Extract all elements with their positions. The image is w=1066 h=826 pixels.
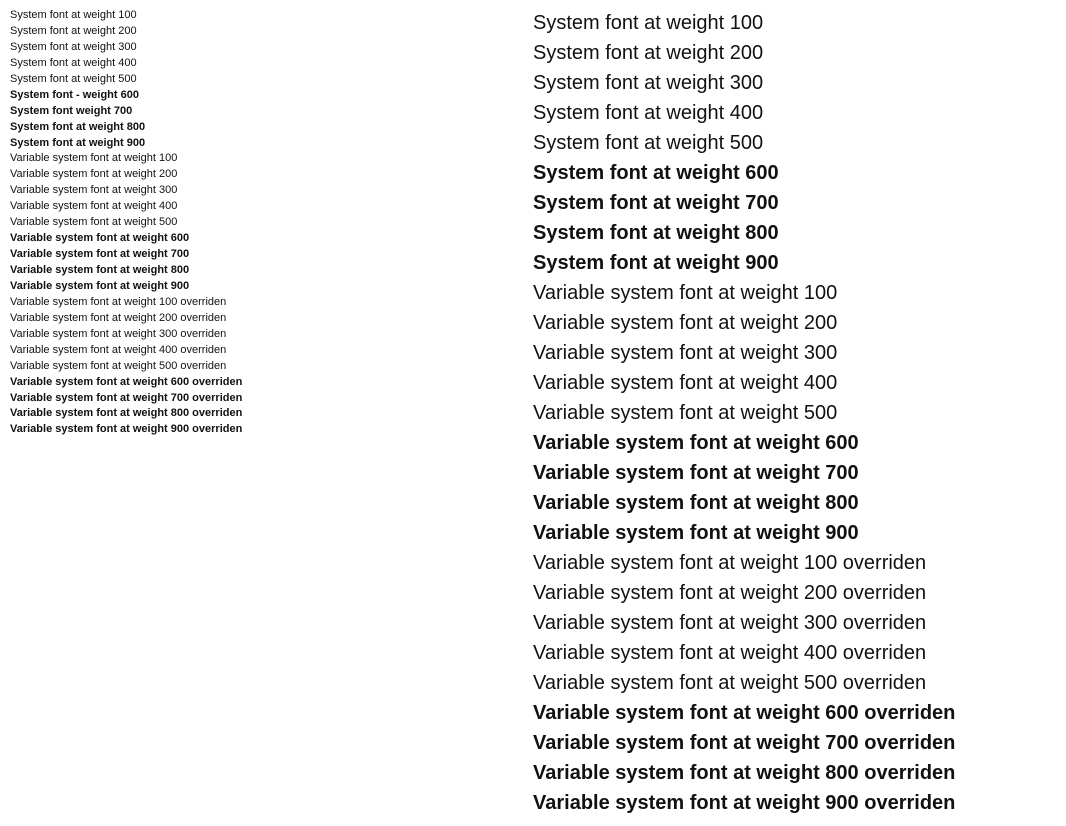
- system-font-sample: System font at weight 200: [10, 24, 513, 40]
- variable-overriden-font-sample: Variable system font at weight 900 overr…: [10, 422, 513, 438]
- variable-overriden-font-sample-large: Variable system font at weight 900 overr…: [533, 788, 1036, 818]
- system-font-sample-large: System font at weight 900: [533, 248, 1036, 278]
- variable-overriden-font-sample: Variable system font at weight 100 overr…: [10, 295, 513, 311]
- variable-overriden-font-sample: Variable system font at weight 600 overr…: [10, 375, 513, 391]
- variable-font-sample: Variable system font at weight 800: [10, 263, 513, 279]
- variable-font-sample: Variable system font at weight 500: [10, 215, 513, 231]
- system-font-sample-large: System font at weight 700: [533, 188, 1036, 218]
- variable-overriden-font-sample-large: Variable system font at weight 200 overr…: [533, 578, 1036, 608]
- left-column: System font at weight 100System font at …: [10, 8, 533, 818]
- system-font-sample-large: System font at weight 600: [533, 158, 1036, 188]
- variable-font-sample: Variable system font at weight 100: [10, 151, 513, 167]
- system-font-sample-large: System font at weight 800: [533, 218, 1036, 248]
- variable-font-sample: Variable system font at weight 300: [10, 183, 513, 199]
- variable-font-sample: Variable system font at weight 700: [10, 247, 513, 263]
- variable-font-sample: Variable system font at weight 900: [10, 279, 513, 295]
- system-font-sample-large: System font at weight 100: [533, 8, 1036, 38]
- system-font-sample-large: System font at weight 400: [533, 98, 1036, 128]
- system-font-sample: System font weight 700: [10, 104, 513, 120]
- variable-overriden-font-sample-large: Variable system font at weight 300 overr…: [533, 608, 1036, 638]
- system-font-sample: System font at weight 300: [10, 40, 513, 56]
- system-font-sample: System font at weight 800: [10, 120, 513, 136]
- variable-font-sample-large: Variable system font at weight 500: [533, 398, 1036, 428]
- system-font-sample-large: System font at weight 200: [533, 38, 1036, 68]
- system-font-sample: System font at weight 500: [10, 72, 513, 88]
- variable-font-sample-large: Variable system font at weight 100: [533, 278, 1036, 308]
- system-font-sample-large: System font at weight 500: [533, 128, 1036, 158]
- variable-font-sample-large: Variable system font at weight 900: [533, 518, 1036, 548]
- variable-overriden-font-sample-large: Variable system font at weight 500 overr…: [533, 668, 1036, 698]
- system-font-sample-large: System font at weight 300: [533, 68, 1036, 98]
- variable-overriden-font-sample-large: Variable system font at weight 800 overr…: [533, 758, 1036, 788]
- variable-font-sample-large: Variable system font at weight 700: [533, 458, 1036, 488]
- variable-font-sample-large: Variable system font at weight 800: [533, 488, 1036, 518]
- variable-font-sample-large: Variable system font at weight 400: [533, 368, 1036, 398]
- system-font-sample: System font at weight 400: [10, 56, 513, 72]
- system-font-sample: System font at weight 100: [10, 8, 513, 24]
- variable-font-sample: Variable system font at weight 600: [10, 231, 513, 247]
- variable-overriden-font-sample: Variable system font at weight 300 overr…: [10, 327, 513, 343]
- variable-overriden-font-sample-large: Variable system font at weight 400 overr…: [533, 638, 1036, 668]
- system-font-sample: System font at weight 900: [10, 136, 513, 152]
- variable-overriden-font-sample-large: Variable system font at weight 700 overr…: [533, 728, 1036, 758]
- variable-overriden-font-sample: Variable system font at weight 500 overr…: [10, 359, 513, 375]
- variable-font-sample: Variable system font at weight 200: [10, 167, 513, 183]
- variable-overriden-font-sample-large: Variable system font at weight 600 overr…: [533, 698, 1036, 728]
- variable-font-sample-large: Variable system font at weight 600: [533, 428, 1036, 458]
- variable-overriden-font-sample-large: Variable system font at weight 100 overr…: [533, 548, 1036, 578]
- variable-font-sample-large: Variable system font at weight 200: [533, 308, 1036, 338]
- variable-overriden-font-sample: Variable system font at weight 800 overr…: [10, 406, 513, 422]
- variable-overriden-font-sample: Variable system font at weight 400 overr…: [10, 343, 513, 359]
- variable-font-sample-large: Variable system font at weight 300: [533, 338, 1036, 368]
- variable-overriden-font-sample: Variable system font at weight 700 overr…: [10, 391, 513, 407]
- variable-font-sample: Variable system font at weight 400: [10, 199, 513, 215]
- right-column: System font at weight 100System font at …: [533, 8, 1056, 818]
- system-font-sample: System font - weight 600: [10, 88, 513, 104]
- variable-overriden-font-sample: Variable system font at weight 200 overr…: [10, 311, 513, 327]
